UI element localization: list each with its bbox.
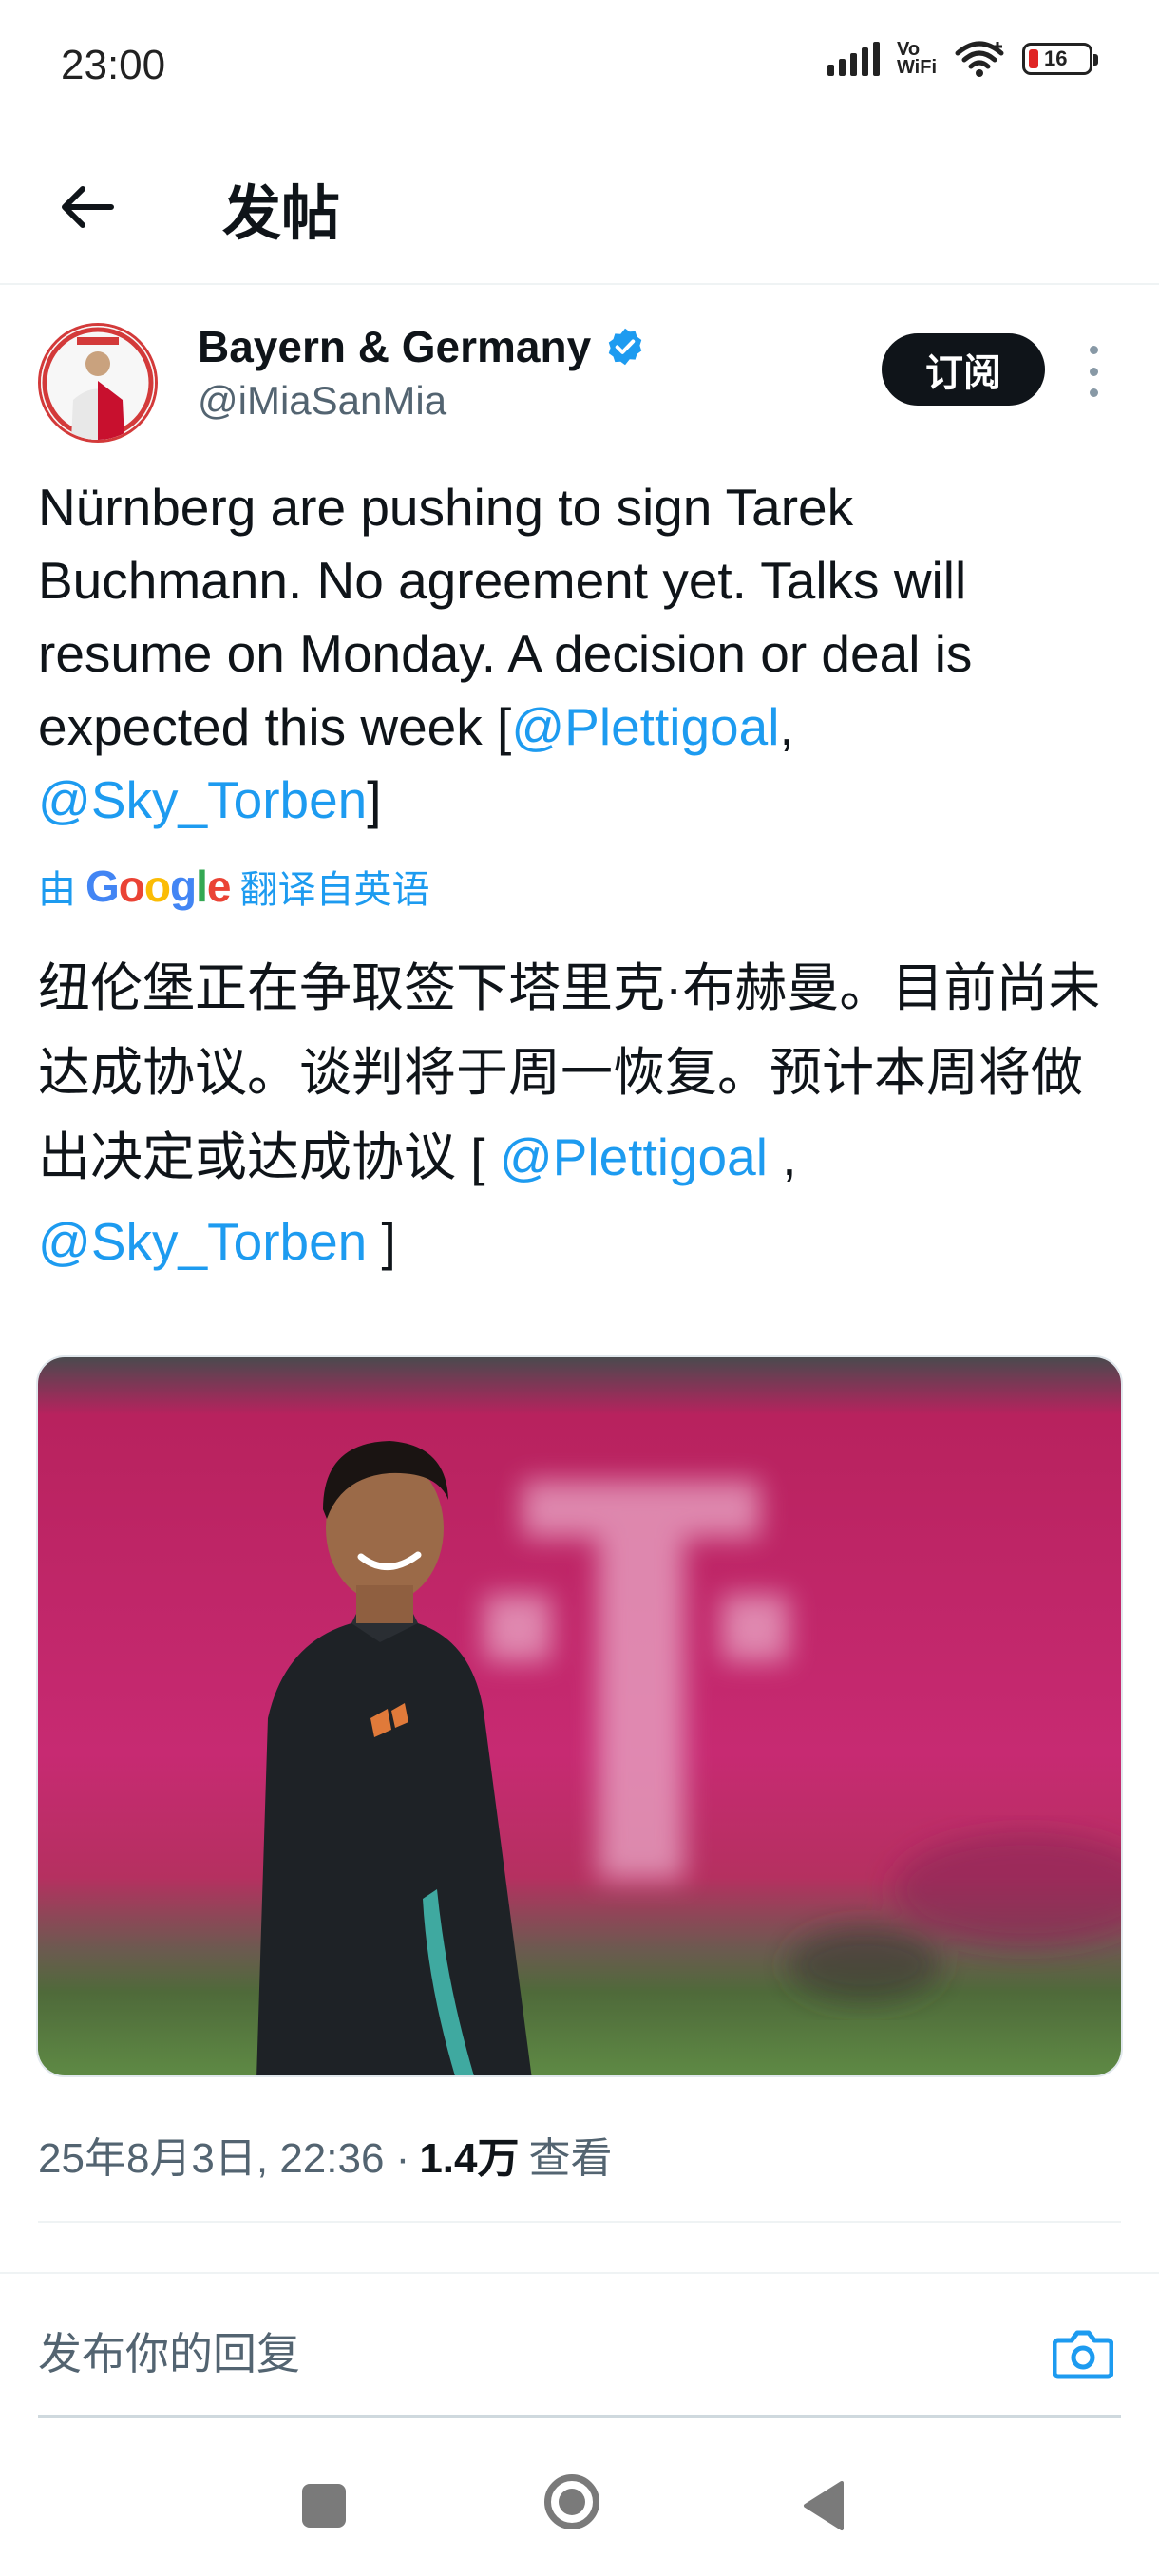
page-title: 发帖 [222, 181, 341, 247]
post-text-body: Nürnberg are pushing to sign Tarek Buchm… [38, 478, 973, 756]
reply-input[interactable]: 发布你的回复 [38, 2320, 300, 2382]
mention-link[interactable]: @Sky_Torben [38, 770, 367, 829]
translate-suffix: 翻译自英语 [239, 869, 430, 911]
home-button[interactable] [544, 2474, 599, 2529]
signal-icon [826, 42, 880, 76]
status-icons: Vo WiFi 16 [826, 40, 1098, 78]
reply-underline [38, 2415, 1121, 2418]
post-image[interactable] [36, 1355, 1123, 2077]
author-name[interactable]: Bayern & Germany [198, 321, 591, 372]
top-header: 发帖 [0, 133, 1159, 285]
battery-icon: 16 [1022, 43, 1098, 75]
author-name-row[interactable]: Bayern & Germany [198, 321, 646, 372]
reply-bar: 发布你的回复 [0, 2272, 1159, 2426]
post-text-separator: , [779, 697, 794, 756]
avatar[interactable] [38, 323, 158, 443]
verified-badge-icon [608, 328, 642, 366]
translated-end: ] [367, 1212, 396, 1271]
status-time: 23:00 [61, 42, 166, 88]
post-text: Nürnberg are pushing to sign Tarek Buchm… [38, 471, 1121, 837]
author-handle[interactable]: @iMiaSanMia [198, 378, 446, 424]
post-meta: 25年8月3日, 22:36 · 1.4万 查看 [38, 2124, 613, 2185]
camera-icon[interactable] [1053, 2327, 1113, 2380]
translated-text: 纽伦堡正在争取签下塔里克·布赫曼。目前尚未达成协议。谈判将于周一恢复。预计本周将… [38, 946, 1130, 1284]
nav-back-icon[interactable] [800, 2479, 846, 2532]
translate-attribution[interactable]: 由 Google 翻译自英语 [38, 859, 429, 914]
back-button[interactable] [49, 169, 125, 245]
mention-link[interactable]: @Sky_Torben [38, 1212, 367, 1271]
mention-link[interactable]: @Plettigoal [511, 697, 779, 756]
battery-level: 16 [1044, 47, 1068, 70]
views-label: 查看 [528, 2135, 613, 2182]
views-count: 1.4万 [419, 2135, 520, 2182]
wifi-icon [954, 40, 1005, 78]
status-bar: 23:00 Vo WiFi 16 [0, 0, 1159, 133]
translated-separator: , [767, 1127, 797, 1186]
vowifi-icon: Vo WiFi [896, 40, 937, 78]
recents-button[interactable] [302, 2484, 346, 2528]
arrow-left-icon [62, 186, 114, 228]
post-timestamp: 25年8月3日, 22:36 · [38, 2135, 410, 2182]
google-logo: Google [86, 862, 231, 911]
more-vertical-icon[interactable] [1079, 346, 1108, 397]
translate-prefix: 由 [38, 869, 76, 911]
vowifi-label-bottom: WiFi [896, 57, 937, 78]
mention-link[interactable]: @Plettigoal [500, 1127, 768, 1186]
divider [38, 2221, 1121, 2223]
post-text-end: ] [367, 770, 382, 829]
system-nav-bar [0, 2432, 1159, 2576]
subscribe-button[interactable]: 订阅 [882, 333, 1045, 406]
